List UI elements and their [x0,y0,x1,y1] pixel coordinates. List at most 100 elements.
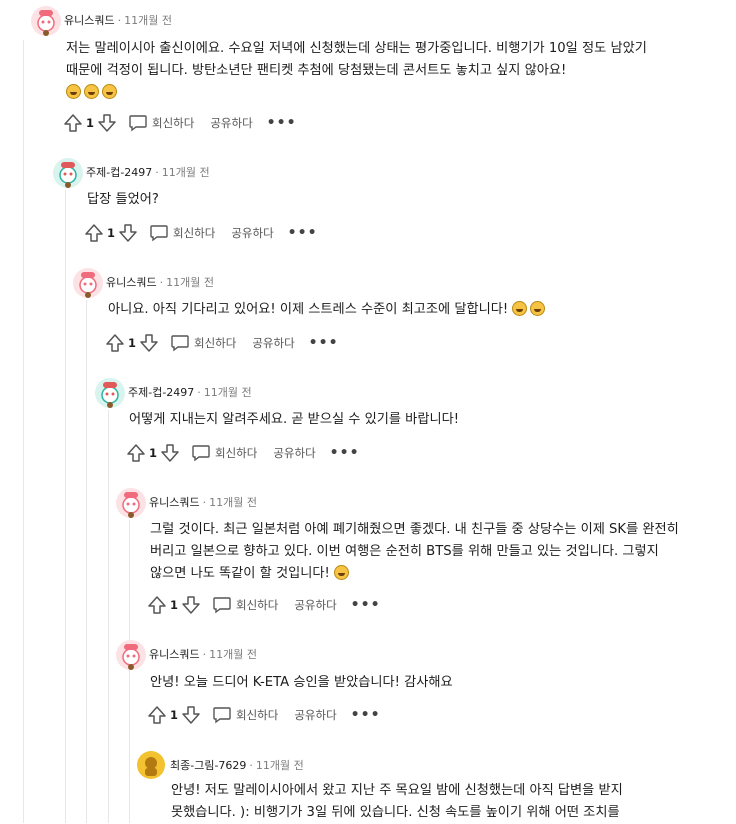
share-label: 공유하다 [210,116,253,130]
comment-header: 유니스쿼드 · 11개월 전 [30,5,172,36]
reply-button[interactable]: 회신하다 [170,334,236,352]
avatar[interactable] [136,750,166,780]
grinning-sweat-emoji-icon [333,565,349,580]
comment-actions: 1 회신하다 공유하다 ••• [106,333,339,353]
comment-time[interactable]: 11개월 전 [204,384,252,400]
comment-actions: 1 회신하다 공유하다 ••• [85,223,318,243]
thread-line [65,190,66,823]
avatar[interactable] [52,157,83,188]
separator-dot: · [202,647,207,661]
reply-label: 회신하다 [152,116,195,130]
thread-line [86,300,87,823]
share-button[interactable]: 공유하다 [269,445,315,461]
comment-body: 안녕! 오늘 드디어 K-ETA 승인을 받았습니다! 감사해요 [150,672,685,694]
comment-time[interactable]: 11개월 전 [162,164,210,180]
comment-header: 유니스쿼드 · 11개월 전 [115,639,257,670]
upvote-icon[interactable] [64,113,82,133]
thread-line [23,40,24,823]
comment-time[interactable]: 11개월 전 [209,646,257,662]
avatar[interactable] [115,639,146,670]
comment-author[interactable]: 유니스쿼드 [149,646,200,662]
separator-dot: · [202,495,207,509]
comment-text: 안녕! 저도 말레이시아에서 왔고 지난 주 목요일 밤에 신청했는데 아직 답… [171,783,623,820]
share-label: 공유하다 [231,226,274,240]
reply-button[interactable]: 회신하다 [191,444,257,462]
share-button[interactable]: 공유하다 [290,597,336,613]
downvote-icon[interactable] [161,443,179,463]
upvote-icon[interactable] [127,443,145,463]
more-options-button[interactable]: ••• [330,445,360,461]
comment-text: 저는 말레이시아 출신이에요. 수요일 저녁에 신청했는데 상태는 평가중입니다… [66,41,647,78]
comment-text: 어떻게 지내는지 알려주세요. 곧 받으실 수 있기를 바랍니다! [129,412,459,427]
weary-face-emoji-icon [84,84,99,99]
comment-author[interactable]: 최종-그림-7629 [170,757,246,773]
comment-author[interactable]: 주제-컵-2497 [128,384,194,400]
comment-body: 안녕! 저도 말레이시아에서 왔고 지난 주 목요일 밤에 신청했는데 아직 답… [171,780,686,824]
share-label: 공유하다 [294,708,337,722]
comment-author[interactable]: 유니스쿼드 [106,274,157,290]
comment-bubble-icon [192,445,210,462]
more-options-button[interactable]: ••• [351,597,381,613]
comment-bubble-icon [150,225,168,242]
vote-count: 1 [170,598,179,612]
comment-bubble-icon [129,115,147,132]
more-options-button[interactable]: ••• [267,115,297,131]
comment-text: 답장 들었어? [87,192,159,207]
downvote-icon[interactable] [98,113,116,133]
comment-actions: 1 회신하다 공유하다 ••• [148,595,381,615]
comment-author[interactable]: 주제-컵-2497 [86,164,152,180]
separator-dot: · [159,275,164,289]
share-button[interactable]: 공유하다 [290,707,336,723]
reply-button[interactable]: 회신하다 [212,706,278,724]
comment-header: 주제-컵-2497 · 11개월 전 [52,157,210,188]
reply-button[interactable]: 회신하다 [128,114,194,132]
comment-author[interactable]: 유니스쿼드 [64,12,115,28]
comment-header: 유니스쿼드 · 11개월 전 [72,267,214,298]
comment-text: 아니요. 아직 기다리고 있어요! 이제 스트레스 수준이 최고조에 달합니다! [108,302,509,317]
comment-author[interactable]: 유니스쿼드 [149,494,200,510]
weary-face-emoji-icon [66,84,81,99]
reply-button[interactable]: 회신하다 [149,224,215,242]
downvote-icon[interactable] [182,705,200,725]
comment-body: 아니요. 아직 기다리고 있어요! 이제 스트레스 수준이 최고조에 달합니다! [108,299,708,321]
upvote-icon[interactable] [85,223,103,243]
share-button[interactable]: 공유하다 [248,335,294,351]
avatar[interactable] [30,5,61,36]
share-button[interactable]: 공유하다 [206,115,252,131]
thread-line [129,520,130,823]
comment-body: 어떻게 지내는지 알려주세요. 곧 받으실 수 있기를 바랍니다! [129,409,709,431]
comment-bubble-icon [171,335,189,352]
upvote-icon[interactable] [106,333,124,353]
comment-body: 답장 들었어? [87,189,687,211]
comment-actions: 1 회신하다 공유하다 ••• [127,443,360,463]
reply-label: 회신하다 [173,226,216,240]
comment-bubble-icon [213,597,231,614]
avatar[interactable] [94,377,125,408]
downvote-icon[interactable] [119,223,137,243]
vote-count: 1 [170,708,179,722]
more-options-button[interactable]: ••• [288,225,318,241]
upvote-icon[interactable] [148,705,166,725]
weary-face-emoji-icon [530,301,546,316]
avatar[interactable] [115,487,146,518]
comment-bubble-icon [213,707,231,724]
reply-button[interactable]: 회신하다 [212,596,278,614]
comment-time[interactable]: 11개월 전 [256,757,304,773]
avatar[interactable] [72,267,103,298]
comment-text: 그럴 것이다. 최근 일본처럼 아예 폐기해줬으면 좋겠다. 내 친구들 중 상… [150,522,679,581]
share-label: 공유하다 [294,598,337,612]
more-options-button[interactable]: ••• [351,707,381,723]
comment-header: 유니스쿼드 · 11개월 전 [115,487,257,518]
vote-count: 1 [86,116,95,130]
comment-body: 저는 말레이시아 출신이에요. 수요일 저녁에 신청했는데 상태는 평가중입니다… [66,38,686,104]
reply-label: 회신하다 [236,708,279,722]
reply-label: 회신하다 [215,446,258,460]
share-button[interactable]: 공유하다 [227,225,273,241]
upvote-icon[interactable] [148,595,166,615]
comment-time[interactable]: 11개월 전 [209,494,257,510]
comment-time[interactable]: 11개월 전 [166,274,214,290]
comment-time[interactable]: 11개월 전 [124,12,172,28]
more-options-button[interactable]: ••• [309,335,339,351]
downvote-icon[interactable] [182,595,200,615]
downvote-icon[interactable] [140,333,158,353]
